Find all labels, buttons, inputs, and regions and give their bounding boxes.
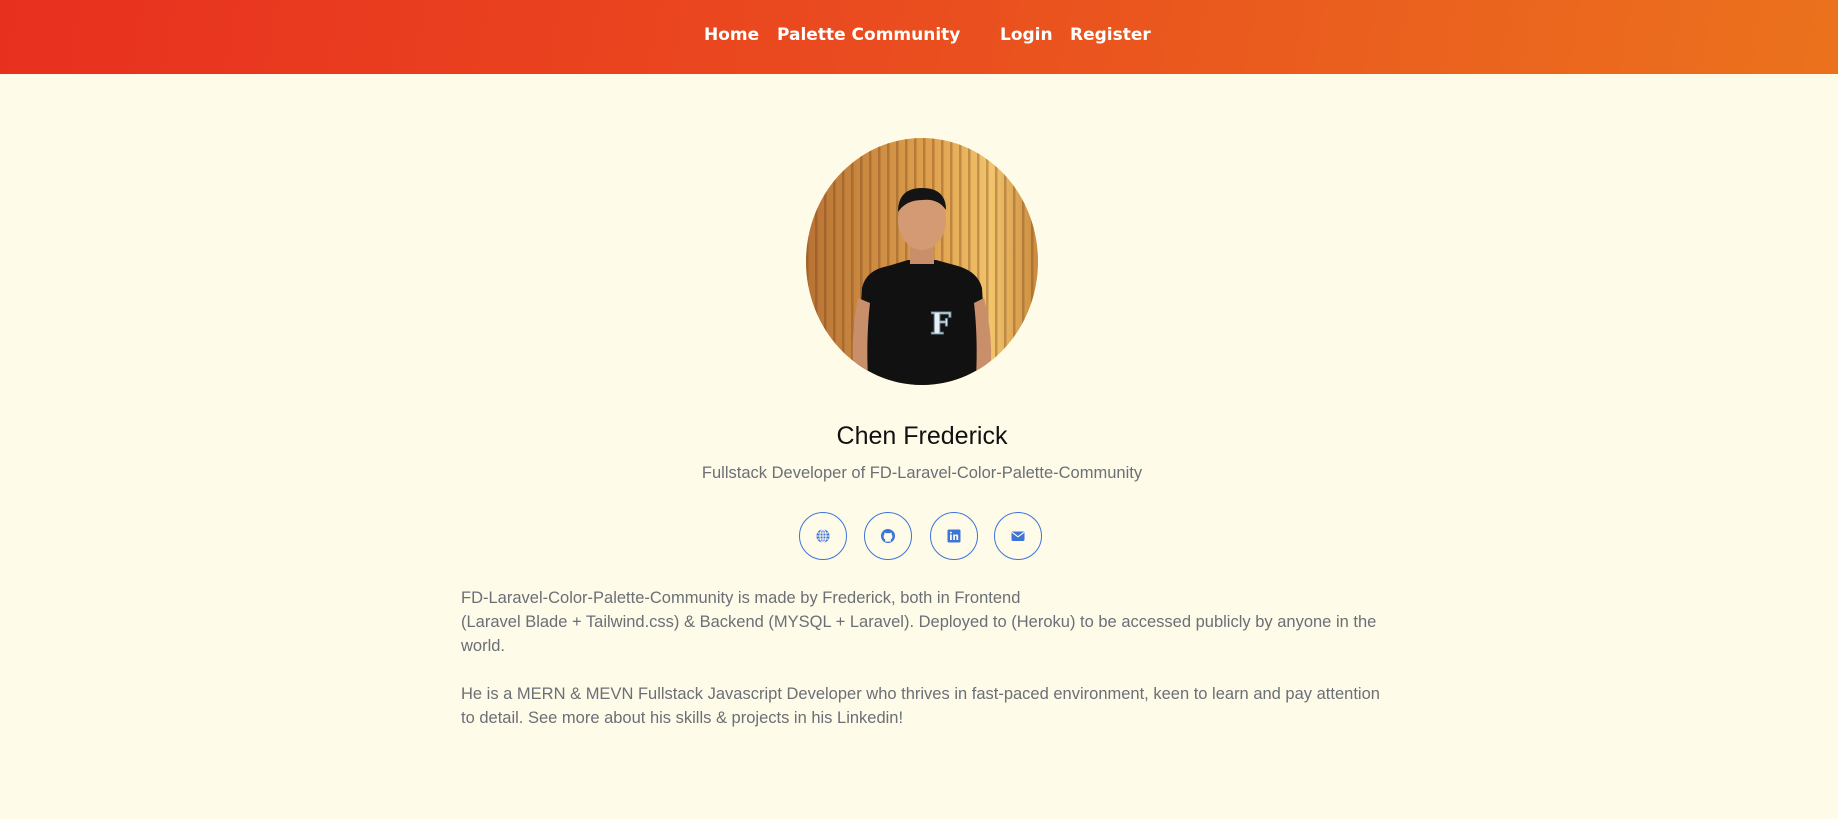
top-navigation-bar: Home Palette Community Login Register [0,0,1838,74]
linkedin-link-button[interactable] [930,512,978,560]
profile-avatar: F [806,138,1038,385]
mail-icon [1011,531,1025,541]
svg-text:F: F [930,307,951,342]
globe-icon [816,528,830,544]
about-paragraph-1: FD-Laravel-Color-Palette-Community is ma… [461,586,1391,658]
github-icon [881,529,895,543]
website-link-button[interactable] [799,512,847,560]
nav-palette-community-link[interactable]: Palette Community [777,25,960,49]
about-line-1: FD-Laravel-Color-Palette-Community is ma… [461,589,1021,607]
nav-home-link[interactable]: Home [704,25,759,49]
about-line-2: (Laravel Blade + Tailwind.css) & Backend… [461,613,1377,655]
profile-role: Fullstack Developer of FD-Laravel-Color-… [701,464,1143,482]
profile-name: Chen Frederick [836,422,1008,450]
linkedin-icon [947,529,961,543]
nav-login-link[interactable]: Login [1000,25,1053,49]
nav-register-link[interactable]: Register [1070,25,1151,49]
about-paragraph-2: He is a MERN & MEVN Fullstack Javascript… [461,685,1380,727]
github-link-button[interactable] [864,512,912,560]
email-link-button[interactable] [994,512,1042,560]
